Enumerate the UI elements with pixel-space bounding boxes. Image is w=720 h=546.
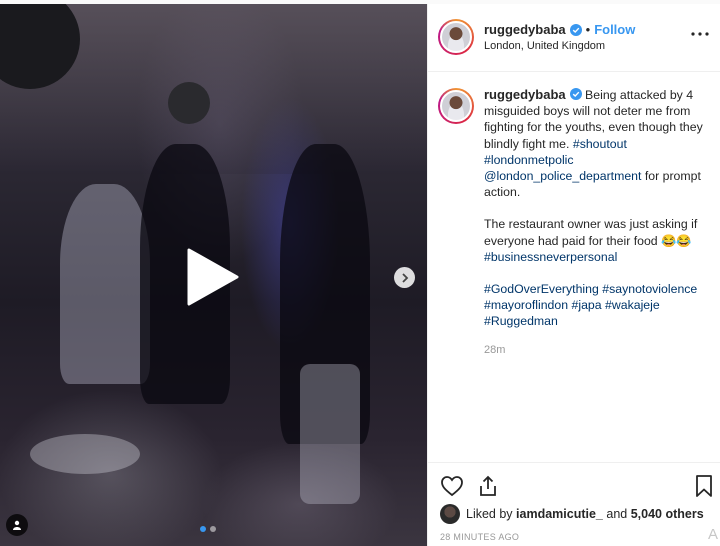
post-header: ruggedybaba • Follow London, United King… [428, 4, 720, 72]
user-tag-button[interactable] [6, 514, 28, 536]
carousel-dot [200, 526, 206, 532]
hashtag-link[interactable]: #saynotoviolence [602, 282, 697, 296]
carousel-indicator [200, 526, 216, 532]
media-figure [60, 184, 150, 384]
action-bar [428, 462, 720, 502]
post-media[interactable] [0, 4, 427, 546]
likes-count-link[interactable]: 5,040 others [631, 507, 704, 521]
media-table-plate [30, 434, 140, 474]
more-options-icon[interactable] [690, 26, 710, 42]
avatar[interactable] [438, 19, 474, 55]
chevron-right-icon [401, 272, 408, 283]
likes-and: and [606, 507, 628, 521]
avatar[interactable] [438, 88, 474, 124]
hashtag-link[interactable]: #Ruggedman [484, 314, 558, 328]
verified-badge-icon [569, 88, 582, 100]
hashtag-link[interactable]: #shoutout [573, 137, 627, 151]
post-timestamp: 28 MINUTES AGO [440, 532, 520, 542]
caption-text: The restaurant owner was just asking if … [484, 217, 698, 248]
hashtag-link[interactable]: #londonmetpolic [484, 153, 574, 167]
post-caption: ruggedybaba Being attacked by 4 misguide… [428, 73, 720, 459]
post-details-panel: ruggedybaba • Follow London, United King… [427, 4, 720, 546]
media-chair [300, 364, 360, 504]
share-icon[interactable] [476, 474, 500, 498]
liker-username[interactable]: iamdamicutie_ [516, 507, 603, 521]
media-lamp [168, 82, 210, 124]
likes-summary: Liked by iamdamicutie_ and 5,040 others [440, 504, 704, 524]
carousel-next-button[interactable] [394, 267, 415, 288]
hashtag-link[interactable]: #mayoroflindon [484, 298, 568, 312]
heart-icon[interactable] [440, 474, 464, 498]
likes-prefix: Liked by [466, 507, 513, 521]
follow-button[interactable]: Follow [594, 22, 635, 37]
caption-time: 28m [484, 343, 506, 356]
hashtag-link[interactable]: #businessneverpersonal [484, 250, 617, 264]
avatar[interactable] [440, 504, 460, 524]
username-link[interactable]: ruggedybaba [484, 22, 566, 37]
carousel-dot [210, 526, 216, 532]
bookmark-icon[interactable] [692, 474, 716, 498]
hashtag-link[interactable]: #japa [572, 298, 602, 312]
caption-username[interactable]: ruggedybaba [484, 87, 566, 102]
hashtag-link[interactable]: #wakajeje [605, 298, 660, 312]
play-icon[interactable] [183, 248, 241, 306]
verified-badge-icon [569, 23, 582, 36]
separator: • [585, 22, 591, 37]
user-tag-icon [13, 520, 21, 530]
comment-input-placeholder-cut: A [707, 526, 718, 543]
hashtag-link[interactable]: #GodOverEverything [484, 282, 599, 296]
location-link[interactable]: London, United Kingdom [484, 40, 605, 52]
mention-link[interactable]: @london_police_department [484, 169, 641, 183]
